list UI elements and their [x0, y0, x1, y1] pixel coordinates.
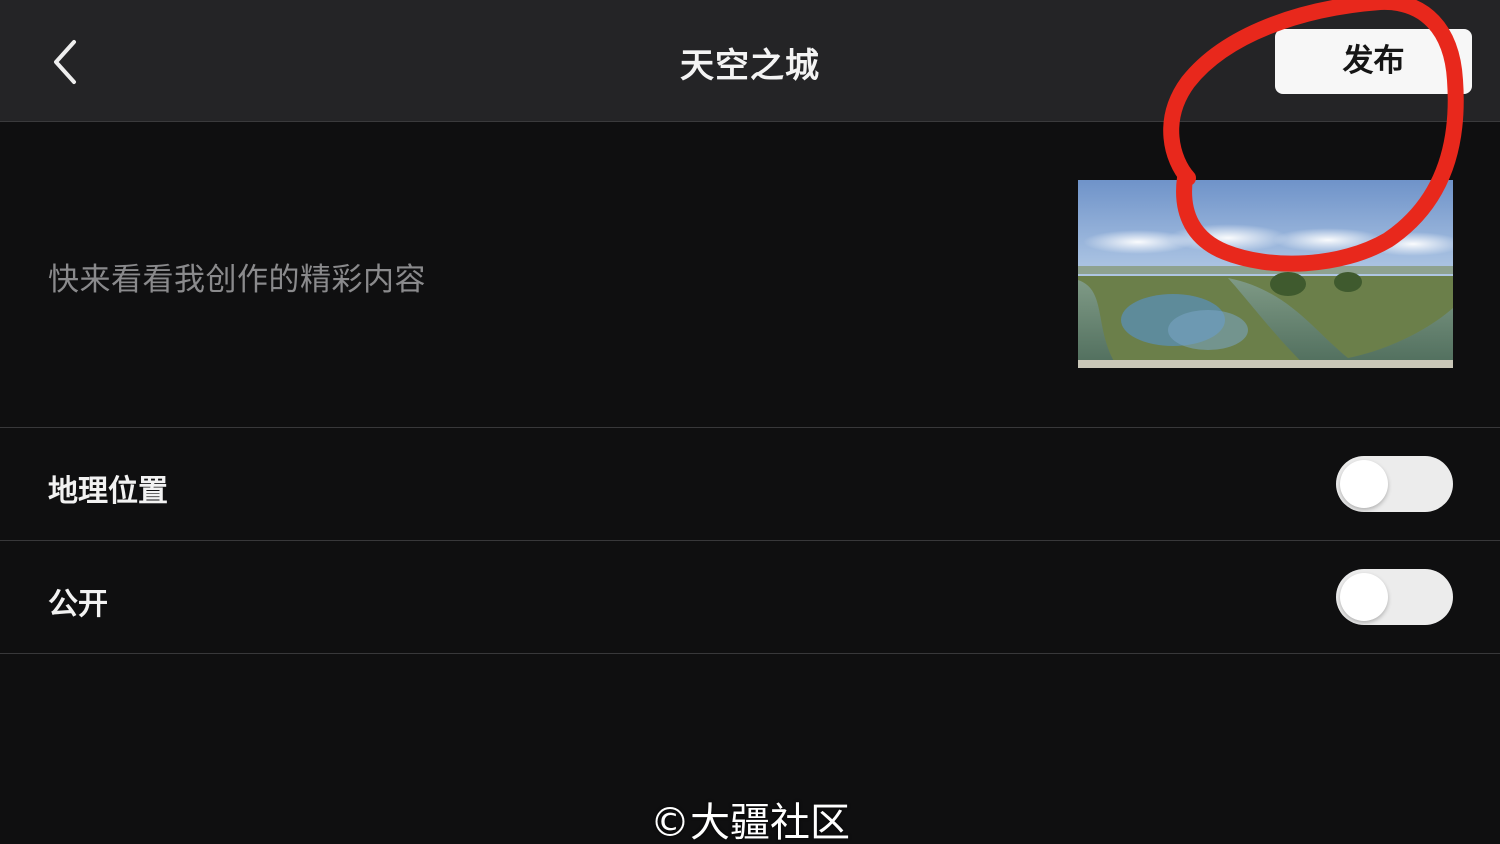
row-divider [0, 653, 1500, 654]
publish-button[interactable]: 发布 [1275, 29, 1472, 94]
location-label: 地理位置 [48, 474, 168, 509]
publish-screen: 天空之城 发布 快来看看我创作的精彩内容 地理位置 公开 ©大疆社区 [0, 0, 1500, 844]
post-caption-section: 快来看看我创作的精彩内容 [0, 122, 1500, 427]
public-toggle[interactable] [1336, 569, 1453, 625]
caption-input[interactable]: 快来看看我创作的精彩内容 [48, 254, 426, 299]
toggle-knob [1340, 460, 1388, 508]
toggle-knob [1340, 573, 1388, 621]
panorama-thumbnail[interactable] [1078, 180, 1453, 368]
public-label: 公开 [48, 587, 108, 622]
setting-row-public: 公开 [0, 541, 1500, 653]
watermark: ©大疆社区 [650, 800, 850, 844]
panorama-image [1078, 180, 1453, 368]
top-navigation-bar: 天空之城 发布 [0, 0, 1500, 122]
location-toggle[interactable] [1336, 456, 1453, 512]
setting-row-location: 地理位置 [0, 428, 1500, 540]
